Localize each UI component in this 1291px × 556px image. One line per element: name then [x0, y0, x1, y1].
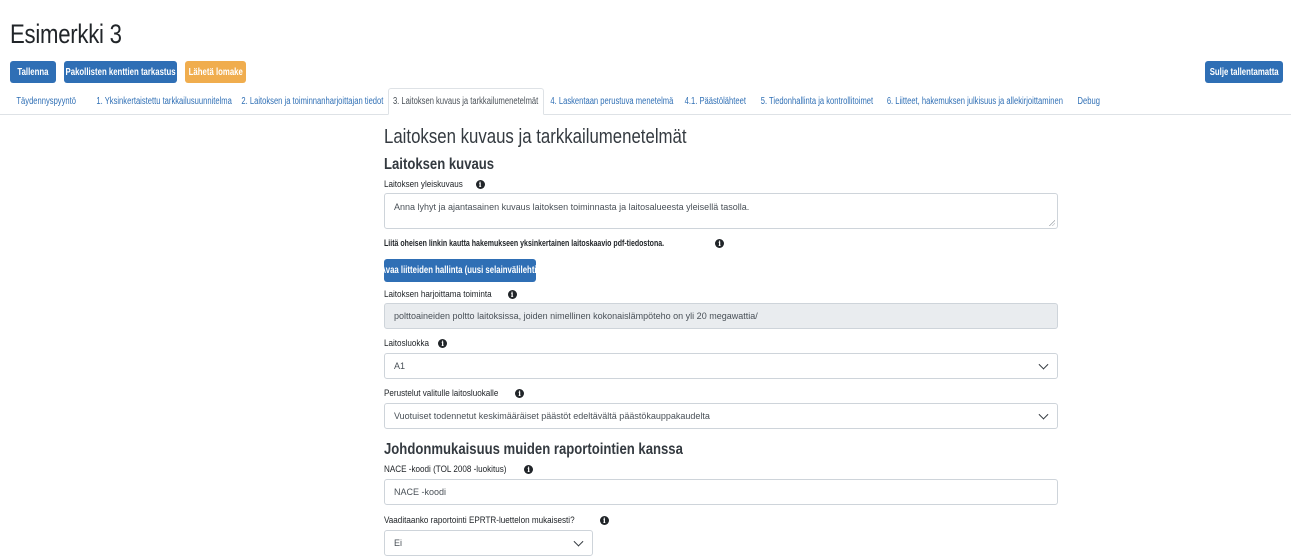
nace-code-input[interactable]: NACE -koodi — [384, 479, 1058, 505]
tab-facility-description[interactable]: 3. Laitoksen kuvaus ja tarkkailumenetelm… — [388, 88, 544, 115]
tab-debug[interactable]: Debug — [1070, 88, 1108, 114]
class-reason-select[interactable]: Vuotuiset todennetut keskimääräiset pääs… — [384, 403, 1058, 429]
tab-supplement-request[interactable]: Täydennyspyyntö — [6, 88, 86, 114]
activity-label: Laitoksen harjoittama toiminta i — [384, 289, 517, 299]
info-icon[interactable]: i — [507, 289, 517, 299]
tab-emission-sources[interactable]: 4.1. Päästölähteet — [680, 88, 750, 114]
info-icon[interactable]: i — [438, 338, 448, 348]
tab-calculation-method[interactable]: 4. Laskentaan perustuva menetelmä — [549, 88, 674, 114]
tab-bar: Täydennyspyyntö 1. Yksinkertaistettu tar… — [0, 88, 1291, 115]
subsection-title: Laitoksen kuvaus — [384, 156, 495, 173]
eprtr-select[interactable]: Ei — [384, 530, 593, 556]
activity-field: polttoaineiden poltto laitoksissa, joide… — [384, 303, 1058, 329]
info-icon[interactable]: i — [524, 464, 534, 474]
tab-monitoring-plan[interactable]: 1. Yksinkertaistettu tarkkailusuunnitelm… — [90, 88, 238, 114]
info-icon[interactable]: i — [599, 515, 609, 525]
tab-attachments[interactable]: 6. Liitteet, hakemuksen julkisuus ja all… — [883, 88, 1067, 114]
general-description-textarea[interactable]: Anna lyhyt ja ajantasainen kuvaus laitok… — [384, 193, 1058, 229]
info-icon[interactable]: i — [475, 179, 485, 189]
eprtr-label: Vaaditaanko raportointi EPRTR-luettelon … — [384, 515, 609, 525]
facility-class-select[interactable]: A1 — [384, 353, 1058, 379]
send-form-button[interactable]: Lähetä lomake — [185, 61, 246, 83]
section-title: Laitoksen kuvaus ja tarkkailumenetelmät — [384, 126, 687, 148]
open-attachments-button[interactable]: Avaa liitteiden hallinta (uusi selainväl… — [381, 259, 539, 282]
info-icon[interactable]: i — [515, 388, 525, 398]
close-without-saving-button[interactable]: Sulje tallentamatta — [1205, 61, 1283, 83]
tab-data-management[interactable]: 5. Tiedonhallinta ja kontrollitoimet — [757, 88, 877, 114]
chevron-down-icon — [1038, 409, 1049, 420]
page-title: Esimerkki 3 — [10, 19, 122, 49]
facility-class-label: Laitosluokka i — [384, 338, 448, 348]
resize-handle-icon[interactable] — [1049, 220, 1055, 226]
info-icon[interactable]: i — [715, 238, 725, 248]
attachment-instruction-label: Liitä oheisen linkin kautta hakemukseen … — [384, 238, 725, 248]
class-reason-label: Perustelut valitulle laitosluokalle i — [384, 388, 525, 398]
consistency-section-title: Johdonmukaisuus muiden raportointien kan… — [384, 441, 683, 458]
general-description-label: Laitoksen yleiskuvaus i — [384, 179, 485, 189]
nace-code-label: NACE -koodi (TOL 2008 -luokitus) i — [384, 464, 534, 474]
tab-operator-info[interactable]: 2. Laitoksen ja toiminnanharjoittajan ti… — [240, 88, 384, 114]
check-required-fields-button[interactable]: Pakollisten kenttien tarkastus — [64, 61, 177, 83]
save-button[interactable]: Tallenna — [10, 61, 56, 83]
chevron-down-icon — [1038, 359, 1049, 370]
chevron-down-icon — [573, 536, 584, 547]
